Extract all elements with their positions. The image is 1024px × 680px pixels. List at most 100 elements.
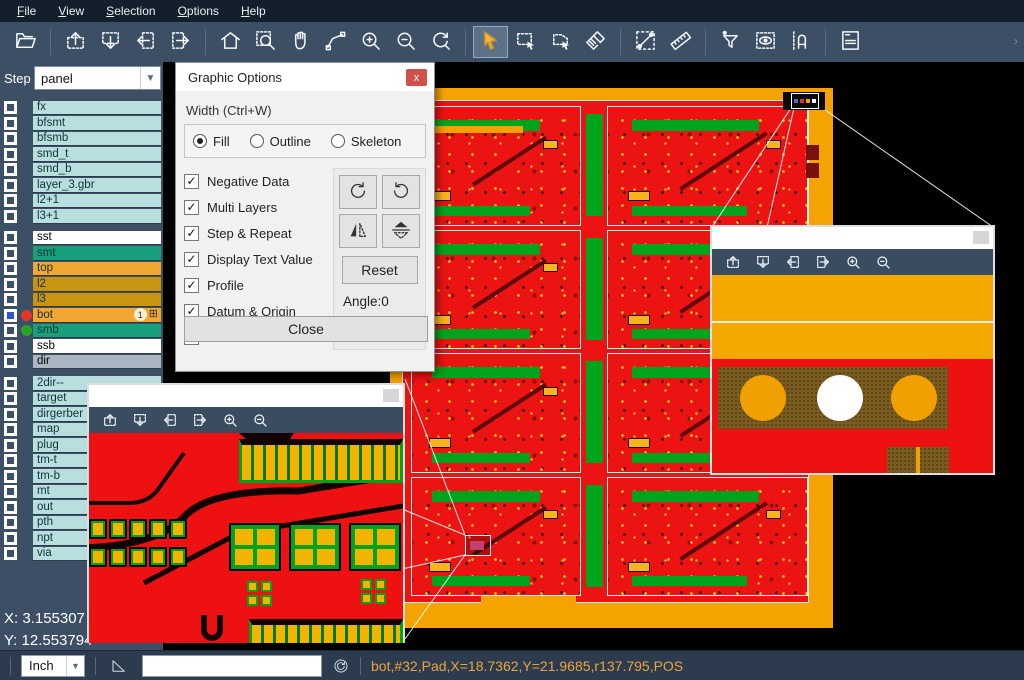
measure-path-button[interactable]	[318, 26, 353, 58]
filter-button[interactable]	[713, 26, 748, 58]
poly-select-button[interactable]	[543, 26, 578, 58]
checkbox-box[interactable]: ✓	[184, 252, 199, 267]
layer-table-icon[interactable]: ⊞	[149, 309, 158, 320]
layer-checkbox[interactable]	[4, 247, 17, 260]
menu-file[interactable]: File	[6, 0, 47, 22]
layer-checkbox[interactable]	[4, 423, 17, 436]
layer-checkbox[interactable]	[4, 179, 17, 192]
dialog-title-bar[interactable]: Graphic Options x	[176, 63, 434, 91]
zoom-window-title-bar[interactable]	[89, 385, 403, 407]
step-select[interactable]: panel ▼	[34, 66, 161, 90]
checkbox-box[interactable]: ✓	[184, 226, 199, 241]
layer-row-smd_t[interactable]: smd_t	[0, 147, 163, 163]
menu-help[interactable]: Help	[230, 0, 277, 22]
layer-checkbox[interactable]	[4, 262, 17, 275]
rotate-cw-button[interactable]	[339, 175, 377, 209]
rect-select-button[interactable]	[508, 26, 543, 58]
window-button[interactable]	[383, 389, 399, 402]
angle-mode-icon[interactable]	[110, 657, 128, 675]
pan-up-button[interactable]	[97, 409, 123, 431]
layer-checkbox[interactable]	[4, 101, 17, 114]
layer-row-layer_3.gbr[interactable]: layer_3.gbr	[0, 178, 163, 194]
pan-right-button[interactable]	[810, 251, 836, 273]
menu-options[interactable]: Options	[167, 0, 230, 22]
layer-checkbox[interactable]	[4, 210, 17, 223]
command-input[interactable]	[142, 655, 322, 677]
layer-checkbox[interactable]	[4, 516, 17, 529]
layer-name[interactable]: fx	[33, 101, 161, 116]
layer-name[interactable]: l3+1	[33, 209, 161, 224]
menu-view[interactable]: View	[47, 0, 95, 22]
menu-selection[interactable]: Selection	[95, 0, 166, 22]
pan-down-button[interactable]	[750, 251, 776, 273]
home-button[interactable]	[213, 26, 248, 58]
layer-checkbox[interactable]	[4, 377, 17, 390]
layer-row-l3+1[interactable]: l3+1	[0, 209, 163, 225]
layer-row-sst[interactable]: sst	[0, 230, 163, 246]
layer-name[interactable]: l2+1	[33, 194, 161, 209]
zoom-window-button[interactable]	[248, 26, 283, 58]
radio-fill[interactable]: Fill	[193, 134, 230, 149]
layer-row-l2[interactable]: l2	[0, 277, 163, 293]
layer-checkbox[interactable]	[4, 439, 17, 452]
pan-right-button[interactable]	[187, 409, 213, 431]
checkbox-multi-layers[interactable]: ✓Multi Layers	[184, 194, 333, 220]
checkbox-box[interactable]: ✓	[184, 200, 199, 215]
layers-panel-button[interactable]	[833, 26, 868, 58]
zoom-in-button[interactable]	[840, 251, 866, 273]
layer-checkbox[interactable]	[4, 117, 17, 130]
layer-row-l3[interactable]: l3	[0, 292, 163, 308]
unit-select[interactable]: Inch ▼	[21, 655, 85, 677]
layer-checkbox[interactable]	[4, 392, 17, 405]
layer-checkbox[interactable]	[4, 408, 17, 421]
zoom-in-button[interactable]	[217, 409, 243, 431]
close-button[interactable]: Close	[184, 316, 428, 342]
radio-outline[interactable]: Outline	[250, 134, 311, 149]
pan-left-button[interactable]	[128, 26, 163, 58]
layer-checkbox[interactable]	[4, 278, 17, 291]
layer-checkbox[interactable]	[4, 148, 17, 161]
layer-row-ssb[interactable]: ssb	[0, 339, 163, 355]
layer-checkbox[interactable]	[4, 132, 17, 145]
open-folder-button[interactable]	[8, 26, 43, 58]
layer-name[interactable]: smd_b	[33, 163, 161, 178]
layer-name[interactable]: dir	[33, 355, 161, 370]
layer-checkbox[interactable]	[4, 485, 17, 498]
layer-checkbox[interactable]	[4, 501, 17, 514]
layer-checkbox[interactable]	[4, 163, 17, 176]
pan-down-button[interactable]	[127, 409, 153, 431]
layer-name[interactable]: smb	[33, 324, 161, 339]
layer-name[interactable]: ssb	[33, 339, 161, 354]
refresh-icon[interactable]	[332, 657, 350, 675]
layer-checkbox[interactable]	[4, 340, 17, 353]
layer-checkbox[interactable]	[4, 454, 17, 467]
layer-checkbox[interactable]	[4, 231, 17, 244]
layer-checkbox[interactable]	[4, 470, 17, 483]
pan-left-button[interactable]	[780, 251, 806, 273]
reset-button[interactable]: Reset	[342, 256, 418, 284]
mirror-horizontal-button[interactable]	[339, 214, 377, 248]
layer-name[interactable]: bfsmt	[33, 116, 161, 131]
zoom-out-button[interactable]	[247, 409, 273, 431]
layer-checkbox[interactable]	[4, 194, 17, 207]
layer-checkbox[interactable]	[4, 309, 17, 322]
radio-skeleton[interactable]: Skeleton	[331, 134, 402, 149]
layer-name[interactable]: smt	[33, 246, 161, 261]
pan-hand-button[interactable]	[283, 26, 318, 58]
layer-row-smt[interactable]: smt	[0, 246, 163, 262]
layer-checkbox[interactable]	[4, 324, 17, 337]
zoom-window-title-bar[interactable]	[712, 227, 993, 249]
clean-brush-button[interactable]	[578, 26, 613, 58]
view-box-button[interactable]	[748, 26, 783, 58]
zoom-window-viewport[interactable]	[712, 275, 993, 473]
checkbox-step-repeat[interactable]: ✓Step & Repeat	[184, 220, 333, 246]
close-icon[interactable]: x	[406, 69, 427, 86]
layer-row-smd_b[interactable]: smd_b	[0, 162, 163, 178]
layer-name[interactable]: sst	[33, 231, 161, 246]
layer-name[interactable]: l2	[33, 277, 161, 292]
toolbar-overflow-icon[interactable]: ›	[1014, 34, 1018, 48]
layer-row-fx[interactable]: fx	[0, 100, 163, 116]
pan-up-button[interactable]	[58, 26, 93, 58]
rotate-ccw-button[interactable]	[382, 175, 420, 209]
window-button[interactable]	[973, 231, 989, 244]
